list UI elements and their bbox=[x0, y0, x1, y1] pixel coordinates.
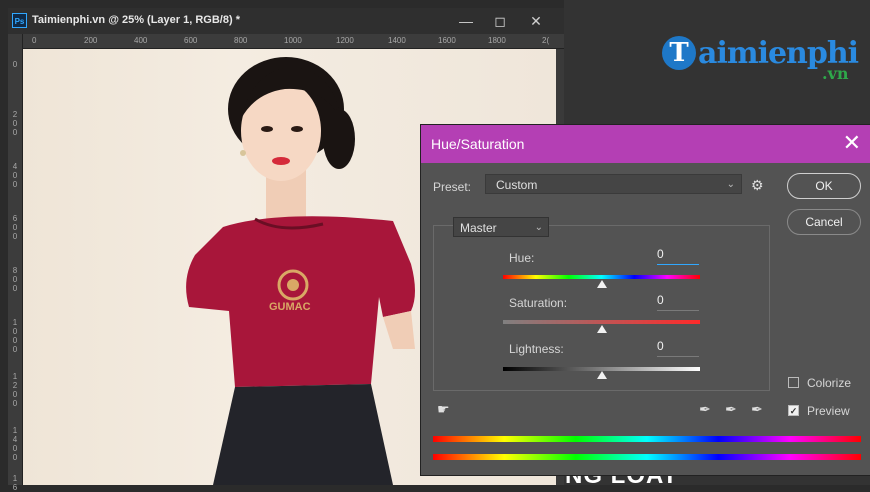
ruler-tick: 0 bbox=[12, 180, 18, 189]
saturation-label: Saturation: bbox=[509, 296, 568, 310]
hue-slider-thumb[interactable] bbox=[597, 280, 607, 288]
ruler-tick: 1800 bbox=[488, 36, 506, 45]
photoshop-icon: Ps bbox=[12, 13, 27, 28]
ruler-tick: 0 bbox=[12, 232, 18, 241]
ruler-tick: 1 bbox=[12, 372, 18, 381]
taimienphi-logo: T aimienphi .vn bbox=[662, 34, 862, 88]
document-title-bar[interactable]: Ps Taimienphi.vn @ 25% (Layer 1, RGB/8) … bbox=[8, 8, 564, 34]
minimize-button[interactable]: — bbox=[450, 8, 482, 34]
logo-initial: T bbox=[662, 36, 696, 70]
ruler-tick: 2( bbox=[542, 36, 550, 45]
channel-value: Master bbox=[460, 221, 497, 235]
ruler-tick: 0 bbox=[12, 345, 18, 354]
eyedropper-icon[interactable]: ✒ bbox=[699, 401, 711, 418]
ruler-left: 0 2 0 0 4 0 0 6 0 0 8 0 0 1 0 0 0 1 2 0 … bbox=[8, 34, 23, 492]
lightness-slider-thumb[interactable] bbox=[597, 371, 607, 379]
ruler-tick: 1 bbox=[12, 474, 18, 483]
ruler-tick: 0 bbox=[12, 390, 18, 399]
ruler-tick: 4 bbox=[12, 435, 18, 444]
ruler-tick: 1600 bbox=[438, 36, 456, 45]
preset-select[interactable]: Custom ⌄ bbox=[485, 174, 742, 194]
preview-label: Preview bbox=[807, 404, 850, 418]
hue-input[interactable]: 0 bbox=[657, 247, 699, 265]
hue-slider-track[interactable] bbox=[503, 275, 700, 279]
colorize-label: Colorize bbox=[807, 376, 852, 390]
ruler-tick: 1 bbox=[12, 318, 18, 327]
shirt-logo-text: GUMAC bbox=[269, 301, 311, 313]
ruler-tick: 0 bbox=[12, 60, 18, 69]
gear-icon[interactable]: ⚙ bbox=[751, 177, 764, 194]
ruler-tick: 1200 bbox=[336, 36, 354, 45]
output-color-spectrum bbox=[433, 454, 861, 460]
close-icon[interactable]: ✕ bbox=[843, 131, 861, 155]
ruler-tick: 0 bbox=[12, 453, 18, 462]
channel-select[interactable]: Master ⌄ bbox=[453, 217, 549, 237]
chevron-down-icon: ⌄ bbox=[726, 179, 735, 190]
ruler-tick: 1 bbox=[12, 426, 18, 435]
ruler-tick: 6 bbox=[12, 214, 18, 223]
ruler-tick: 0 bbox=[12, 336, 18, 345]
ruler-tick: 600 bbox=[184, 36, 198, 45]
colorize-checkbox[interactable] bbox=[788, 377, 799, 388]
saturation-slider-thumb[interactable] bbox=[597, 325, 607, 333]
eyedropper-plus-icon[interactable]: ✒ bbox=[725, 401, 737, 418]
ruler-tick: 0 bbox=[12, 284, 18, 293]
restore-button[interactable]: ◻ bbox=[484, 8, 516, 34]
ruler-tick: 1400 bbox=[388, 36, 406, 45]
chevron-down-icon: ⌄ bbox=[534, 222, 543, 233]
ruler-tick: 0 bbox=[12, 275, 18, 284]
targeted-adjustment-icon[interactable]: ☛ bbox=[437, 401, 450, 418]
preset-label: Preset: bbox=[433, 180, 472, 194]
ruler-tick: 800 bbox=[234, 36, 248, 45]
ruler-tick: 0 bbox=[12, 444, 18, 453]
ruler-tick: 1000 bbox=[284, 36, 302, 45]
ruler-tick: 4 bbox=[12, 162, 18, 171]
ruler-tick: 0 bbox=[12, 223, 18, 232]
ruler-tick: 6 bbox=[12, 483, 18, 492]
ruler-tick: 0 bbox=[32, 36, 37, 45]
lightness-input[interactable]: 0 bbox=[657, 339, 699, 357]
ruler-tick: 0 bbox=[12, 399, 18, 408]
saturation-slider-track[interactable] bbox=[503, 320, 700, 324]
ok-button[interactable]: OK bbox=[787, 173, 861, 199]
ruler-tick: 0 bbox=[12, 128, 18, 137]
dialog-title: Hue/Saturation bbox=[431, 136, 525, 152]
preset-value: Custom bbox=[496, 178, 538, 192]
ruler-tick: 2 bbox=[12, 381, 18, 390]
ruler-tick: 400 bbox=[134, 36, 148, 45]
hue-label: Hue: bbox=[509, 251, 535, 265]
ruler-top: 0 200 400 600 800 1000 1200 1400 1600 18… bbox=[22, 34, 564, 49]
saturation-input[interactable]: 0 bbox=[657, 293, 699, 311]
dialog-title-bar[interactable]: Hue/Saturation ✕ bbox=[421, 125, 870, 163]
cancel-button[interactable]: Cancel bbox=[787, 209, 861, 235]
eyedropper-minus-icon[interactable]: ✒ bbox=[751, 401, 763, 418]
close-window-button[interactable]: ✕ bbox=[520, 8, 552, 34]
hue-saturation-dialog: Hue/Saturation ✕ Preset: Custom ⌄ ⚙ OK C… bbox=[420, 124, 870, 476]
preview-checkbox[interactable]: ✓ bbox=[788, 405, 799, 416]
ruler-tick: 8 bbox=[12, 266, 18, 275]
input-color-spectrum bbox=[433, 436, 861, 442]
ruler-tick: 0 bbox=[12, 327, 18, 336]
ruler-tick: 2 bbox=[12, 110, 18, 119]
document-title: Taimienphi.vn @ 25% (Layer 1, RGB/8) * bbox=[32, 14, 240, 26]
logo-suffix: .vn bbox=[822, 64, 849, 83]
ruler-tick: 200 bbox=[84, 36, 98, 45]
lightness-label: Lightness: bbox=[509, 342, 564, 356]
ruler-tick: 0 bbox=[12, 119, 18, 128]
ruler-tick: 0 bbox=[12, 171, 18, 180]
